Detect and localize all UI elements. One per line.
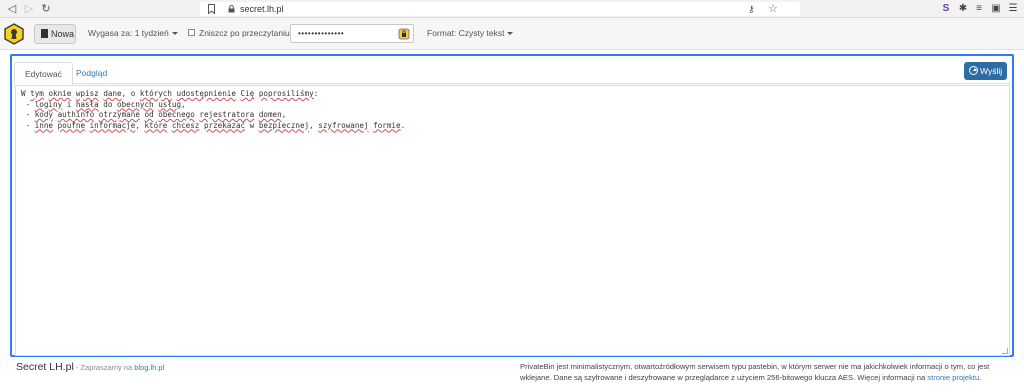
editor-text-segment: ,: [309, 120, 319, 130]
upload-circle-icon: [969, 66, 978, 75]
paste-panel: Edytować Podgląd Wyślij W tym oknie wpis…: [10, 54, 1014, 357]
misspelled-word: Cię: [240, 89, 255, 98]
misspelled-word: bezpiecznej: [258, 120, 310, 130]
resize-handle[interactable]: [1002, 348, 1008, 354]
misspelled-word: poufne: [57, 120, 86, 130]
forward-icon[interactable]: ▷: [22, 2, 36, 16]
reload-icon[interactable]: ↻: [39, 2, 53, 16]
misspelled-word: obecnych: [117, 99, 154, 109]
editor-text-segment: , o: [121, 89, 140, 98]
editor-text-segment: -: [21, 99, 35, 109]
misspelled-word: od: [144, 110, 154, 119]
misspelled-word: tym: [30, 89, 44, 98]
editor-text-segment: w: [245, 120, 259, 130]
paste-textarea[interactable]: W tym oknie wpisz dane, o których udostę…: [15, 85, 1010, 356]
footer-tagline: - Zapraszamy na blog.lh.pl: [74, 363, 164, 372]
misspelled-word: oknie: [48, 89, 72, 98]
tab-edit[interactable]: Edytować: [14, 62, 73, 85]
new-paste-label: Nowa: [51, 29, 75, 39]
misspelled-word: przekazać: [203, 120, 246, 130]
footer-about: PrivateBin jest minimalistycznym, otwart…: [520, 361, 1000, 383]
misspelled-word: dane: [103, 89, 122, 98]
format-dropdown[interactable]: Format: Czysty tekst: [427, 28, 514, 38]
password-value: ••••••••••••••: [298, 29, 345, 38]
password-input[interactable]: ••••••••••••••: [290, 24, 414, 43]
key-icon[interactable]: ⚷: [748, 4, 755, 14]
caret-down-icon: [171, 32, 178, 36]
editor-text-segment: do: [98, 99, 118, 109]
misspelled-word: domen: [258, 110, 282, 119]
back-icon[interactable]: ◁: [5, 2, 19, 16]
misspelled-word: loginy: [34, 99, 63, 109]
burn-after-reading-label[interactable]: Zniszcz po przeczytaniu: [199, 28, 290, 38]
editor-line: - loginy i hasła do obecnych usług,: [21, 100, 405, 111]
editor-line: - inne poufne informacje, które chcesz p…: [21, 120, 406, 132]
misspelled-word: authinfo: [57, 110, 95, 119]
editor-text-segment: .: [400, 120, 406, 130]
about-end: .: [979, 373, 982, 382]
misspelled-word: chcesz: [171, 120, 200, 130]
editor-text-segment: :: [313, 89, 319, 98]
window-icon[interactable]: ▣: [990, 3, 1002, 15]
misspelled-word: które: [144, 120, 168, 130]
password-manager-icon[interactable]: [398, 28, 410, 40]
keyhole-logo-icon[interactable]: [4, 23, 24, 45]
misspelled-word: obecnego: [158, 110, 195, 119]
url-text[interactable]: secret.lh.pl: [240, 2, 284, 16]
tab-preview[interactable]: Podgląd: [66, 62, 117, 85]
misspelled-word: otrzymane: [98, 110, 140, 119]
burn-after-reading-checkbox[interactable]: [188, 29, 195, 36]
footer-brand: Secret LH.pl - Zapraszamy na blog.lh.pl: [16, 361, 164, 373]
misspelled-word: których: [139, 89, 172, 98]
editor-line: W tym oknie wpisz dane, o których udostę…: [21, 89, 405, 100]
editor-line: - kody authinfo otrzymane od obecnego re…: [21, 110, 405, 121]
misspelled-word: rejestratora: [199, 110, 255, 119]
misspelled-word: inne: [34, 120, 54, 130]
menu-icon[interactable]: ☰: [1007, 3, 1019, 15]
editor-text-segment: i: [62, 99, 76, 109]
extension-badge-icon[interactable]: S: [940, 3, 952, 15]
address-bar[interactable]: secret.lh.pl ⚷ ☆: [200, 2, 800, 16]
misspelled-word: informacje: [89, 120, 136, 130]
send-label: Wyślij: [980, 66, 1003, 76]
misspelled-word: kody: [34, 110, 54, 119]
about-text: PrivateBin jest minimalistycznym, otwart…: [520, 362, 990, 382]
editor-tabs: Edytować Podgląd Wyślij: [14, 60, 1010, 85]
misspelled-word: usług: [158, 99, 182, 109]
project-page-link[interactable]: stronie projektu: [927, 373, 979, 382]
paste-content[interactable]: W tym oknie wpisz dane, o których udostę…: [21, 89, 405, 131]
brand-name: Secret LH.pl: [16, 361, 74, 373]
reading-list-icon[interactable]: ≡: [973, 3, 985, 15]
editor-text-segment: -: [21, 120, 35, 130]
expiration-label: Wygasa za: 1 tydzień: [88, 28, 169, 38]
blog-link[interactable]: blog.lh.pl: [134, 363, 164, 372]
new-paste-button[interactable]: Nowa: [34, 24, 76, 44]
caret-down-icon: [507, 32, 514, 36]
bookmark-icon[interactable]: [208, 4, 215, 14]
browser-toolbar: ◁ ▷ ↻ secret.lh.pl ⚷ ☆ S ✱ ≡ ▣ ☰: [0, 0, 1024, 18]
misspelled-word: wpisz: [75, 89, 99, 98]
misspelled-word: hasła: [75, 99, 99, 109]
misspelled-word: szyfrowanej: [318, 120, 369, 130]
lock-icon[interactable]: [228, 5, 235, 13]
editor-text-segment: ,: [281, 110, 287, 119]
editor-text-segment: -: [21, 110, 35, 119]
app-toolbar: Nowa Wygasa za: 1 tydzień Zniszcz po prz…: [0, 18, 1024, 50]
misspelled-word: poprosiliśmy: [258, 89, 314, 98]
send-button[interactable]: Wyślij: [964, 62, 1007, 80]
document-icon: [41, 29, 48, 38]
star-icon[interactable]: ☆: [768, 2, 778, 16]
misspelled-word: formie: [373, 120, 401, 130]
editor-text-segment: W: [21, 89, 31, 98]
expiration-dropdown[interactable]: Wygasa za: 1 tydzień: [88, 28, 178, 38]
editor-text-segment: ,: [181, 99, 186, 109]
tagline-prefix: - Zapraszamy na: [73, 363, 135, 372]
puzzle-icon[interactable]: ✱: [957, 3, 969, 15]
format-label: Format: Czysty tekst: [427, 28, 505, 38]
misspelled-word: udostępnienie: [176, 89, 236, 98]
